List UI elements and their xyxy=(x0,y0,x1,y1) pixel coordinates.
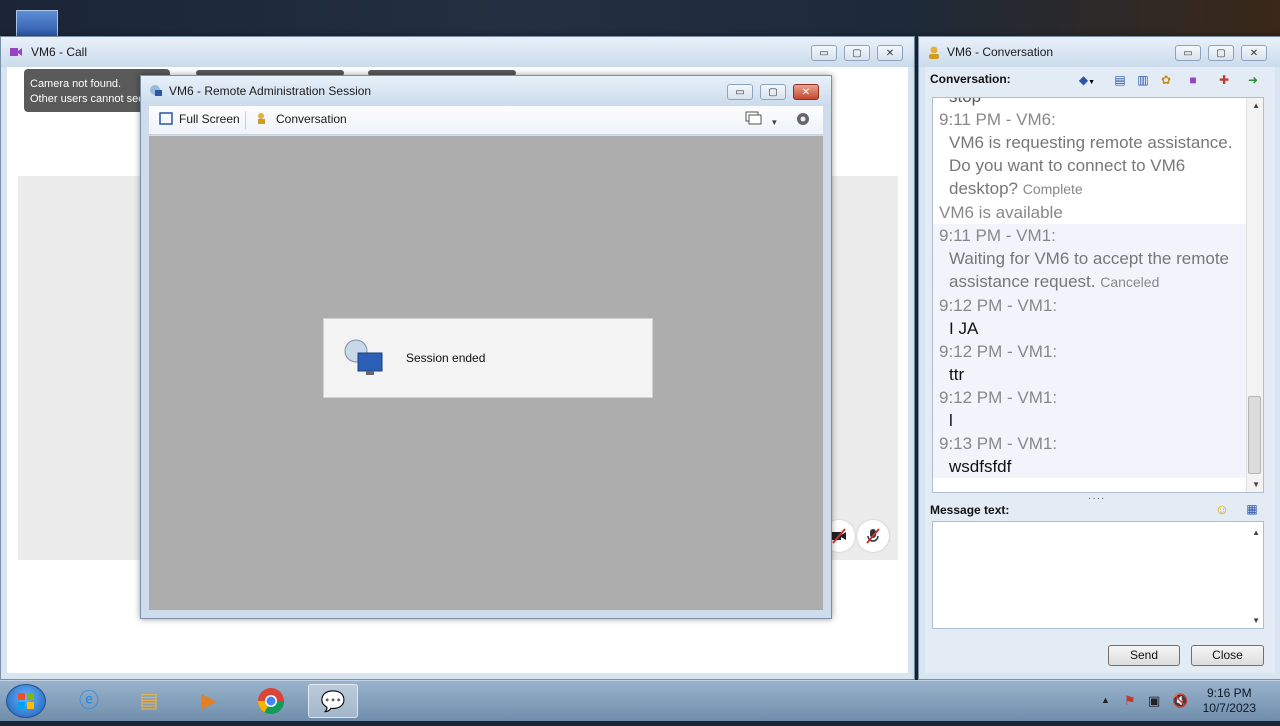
desktop-shortcut-icon[interactable] xyxy=(16,10,58,38)
remote-session-icon xyxy=(150,85,162,96)
remote-assistance-icon[interactable]: ✚ xyxy=(1216,72,1232,88)
call-close-button[interactable]: ✕ xyxy=(877,45,903,61)
message-text: wsdfsfdf xyxy=(949,457,1012,476)
message-body: Waiting for VM6 to accept the remote ass… xyxy=(949,249,1229,291)
clock-date: 10/7/2023 xyxy=(1202,701,1256,715)
message-status: Complete xyxy=(1022,181,1083,197)
emoticon-icon[interactable]: ☺ xyxy=(1214,501,1230,517)
call-maximize-button[interactable]: ▢ xyxy=(844,45,870,61)
mic-off-icon xyxy=(866,528,880,544)
conversation-titlebar[interactable]: VM6 - Conversation ▭ ▢ ✕ xyxy=(919,37,1280,67)
presence-notice: VM6 is available xyxy=(939,203,1063,222)
message-text: l xyxy=(949,411,953,430)
chrome-icon[interactable] xyxy=(246,684,296,718)
display-options-button[interactable]: ▼ xyxy=(745,111,778,128)
remote-maximize-button[interactable]: ▢ xyxy=(760,84,786,100)
message-text: I JA xyxy=(949,319,979,338)
volume-muted-icon[interactable]: 🔇 xyxy=(1172,693,1188,709)
message-text: stop xyxy=(939,98,1243,108)
full-screen-icon xyxy=(159,112,173,125)
remote-close-button[interactable]: ✕ xyxy=(793,84,819,100)
internet-explorer-icon[interactable]: ⓔ xyxy=(64,684,114,718)
history-icon[interactable]: ▤ xyxy=(1112,72,1128,88)
conversation-icon xyxy=(258,113,265,124)
system-clock[interactable]: 9:16 PM 10/7/2023 xyxy=(1203,686,1256,716)
send-button[interactable]: Send xyxy=(1108,645,1180,666)
network-icon[interactable]: ▣ xyxy=(1148,693,1160,709)
exit-icon[interactable]: ➜ xyxy=(1245,72,1261,88)
user-icon xyxy=(929,46,939,59)
chevron-down-icon: ▼ xyxy=(770,118,779,127)
chevron-down-icon: ▼ xyxy=(1088,79,1096,86)
remote-window-title: VM6 - Remote Administration Session xyxy=(169,84,372,98)
message-text-label: Message text: xyxy=(930,503,1010,517)
message-header: 9:11 PM - VM6: xyxy=(939,110,1056,129)
message-header: 9:12 PM - VM1: xyxy=(939,342,1058,361)
share-icon[interactable]: ✿ xyxy=(1158,72,1174,88)
remote-computer-icon xyxy=(344,339,383,375)
monitor-icon xyxy=(745,111,762,125)
mute-button[interactable] xyxy=(857,520,889,552)
remote-titlebar[interactable]: VM6 - Remote Administration Session ▭ ▢ … xyxy=(141,76,831,106)
show-hidden-icons[interactable]: ▲ xyxy=(1101,695,1110,705)
message-header: 9:12 PM - VM1: xyxy=(939,296,1058,315)
messenger-icon[interactable]: 💬 xyxy=(308,684,358,718)
conv-close-button[interactable]: ✕ xyxy=(1241,45,1267,61)
message-history[interactable]: stop 9:11 PM - VM6: VM6 is requesting re… xyxy=(932,97,1264,493)
send-file-icon[interactable]: ▥ xyxy=(1135,72,1151,88)
taskbar: ⓔ ▤ ▶ 💬 ▲ ⚑ ▣ 🔇 9:16 PM 10/7/2023 xyxy=(0,680,1280,721)
video-call-icon xyxy=(10,48,22,56)
full-screen-button[interactable]: Full Screen xyxy=(159,112,240,126)
message-header: 9:13 PM - VM1: xyxy=(939,434,1058,453)
resize-grip[interactable]: ···· xyxy=(1088,493,1105,504)
conv-maximize-button[interactable]: ▢ xyxy=(1208,45,1234,61)
message-text: Waiting for VM6 to accept the remote ass… xyxy=(939,247,1243,294)
remote-minimize-button[interactable]: ▭ xyxy=(727,84,753,100)
session-ended-panel: Session ended xyxy=(323,318,653,398)
remote-toolbar: Full Screen Conversation ▼ xyxy=(149,106,823,135)
scroll-down-icon[interactable]: ▼ xyxy=(1252,616,1260,625)
conversation-window-title: VM6 - Conversation xyxy=(947,45,1054,59)
session-ended-text: Session ended xyxy=(406,351,486,365)
message-text: VM6 is requesting remote assistance. Do … xyxy=(939,131,1243,201)
conversation-toolbar-button[interactable]: Conversation xyxy=(256,112,347,126)
message-text: ttr xyxy=(949,365,965,384)
gear-icon xyxy=(797,113,809,125)
scroll-up-icon[interactable]: ▲ xyxy=(1252,101,1260,110)
settings-button[interactable] xyxy=(795,111,811,130)
action-center-icon[interactable]: ⚑ xyxy=(1124,693,1136,709)
message-header: 9:11 PM - VM1: xyxy=(939,226,1056,245)
call-titlebar[interactable]: VM6 - Call ▭ ▢ ✕ xyxy=(1,37,914,67)
close-button[interactable]: Close xyxy=(1191,645,1264,666)
invite-user-button[interactable]: ◆▼ xyxy=(1074,72,1100,88)
conversation-label: Conversation: xyxy=(930,72,1011,86)
invite-icon: ◆ xyxy=(1078,73,1089,87)
call-window-title: VM6 - Call xyxy=(31,45,88,59)
start-button[interactable] xyxy=(6,684,46,718)
clock-time: 9:16 PM xyxy=(1206,686,1252,700)
full-screen-label: Full Screen xyxy=(179,112,240,126)
scroll-down-icon[interactable]: ▼ xyxy=(1252,480,1260,489)
message-input[interactable]: ▲ ▼ xyxy=(932,521,1264,629)
chrome-logo xyxy=(257,688,285,715)
conversation-toolbar-label: Conversation xyxy=(276,112,347,126)
message-header: 9:12 PM - VM1: xyxy=(939,388,1058,407)
message-body: VM6 is requesting remote assistance. Do … xyxy=(949,133,1233,198)
message-status: Canceled xyxy=(1100,274,1160,290)
history-scrollbar[interactable]: ▲ ▼ xyxy=(1246,98,1263,492)
scroll-thumb[interactable] xyxy=(1248,396,1261,474)
windows-logo-icon xyxy=(18,693,34,709)
remote-display-area: Session ended xyxy=(149,136,823,610)
media-player-icon[interactable]: ▶ xyxy=(184,684,234,718)
video-call-icon[interactable]: ■ xyxy=(1185,72,1201,88)
video-off-icon xyxy=(832,528,846,544)
scroll-up-icon[interactable]: ▲ xyxy=(1252,528,1260,537)
toolbar-divider xyxy=(245,111,246,129)
remote-session-window: VM6 - Remote Administration Session ▭ ▢ … xyxy=(140,75,832,619)
conv-minimize-button[interactable]: ▭ xyxy=(1175,45,1201,61)
call-minimize-button[interactable]: ▭ xyxy=(811,45,837,61)
windows-explorer-icon[interactable]: ▤ xyxy=(124,684,174,718)
attach-icon[interactable]: ▦ xyxy=(1244,501,1260,517)
